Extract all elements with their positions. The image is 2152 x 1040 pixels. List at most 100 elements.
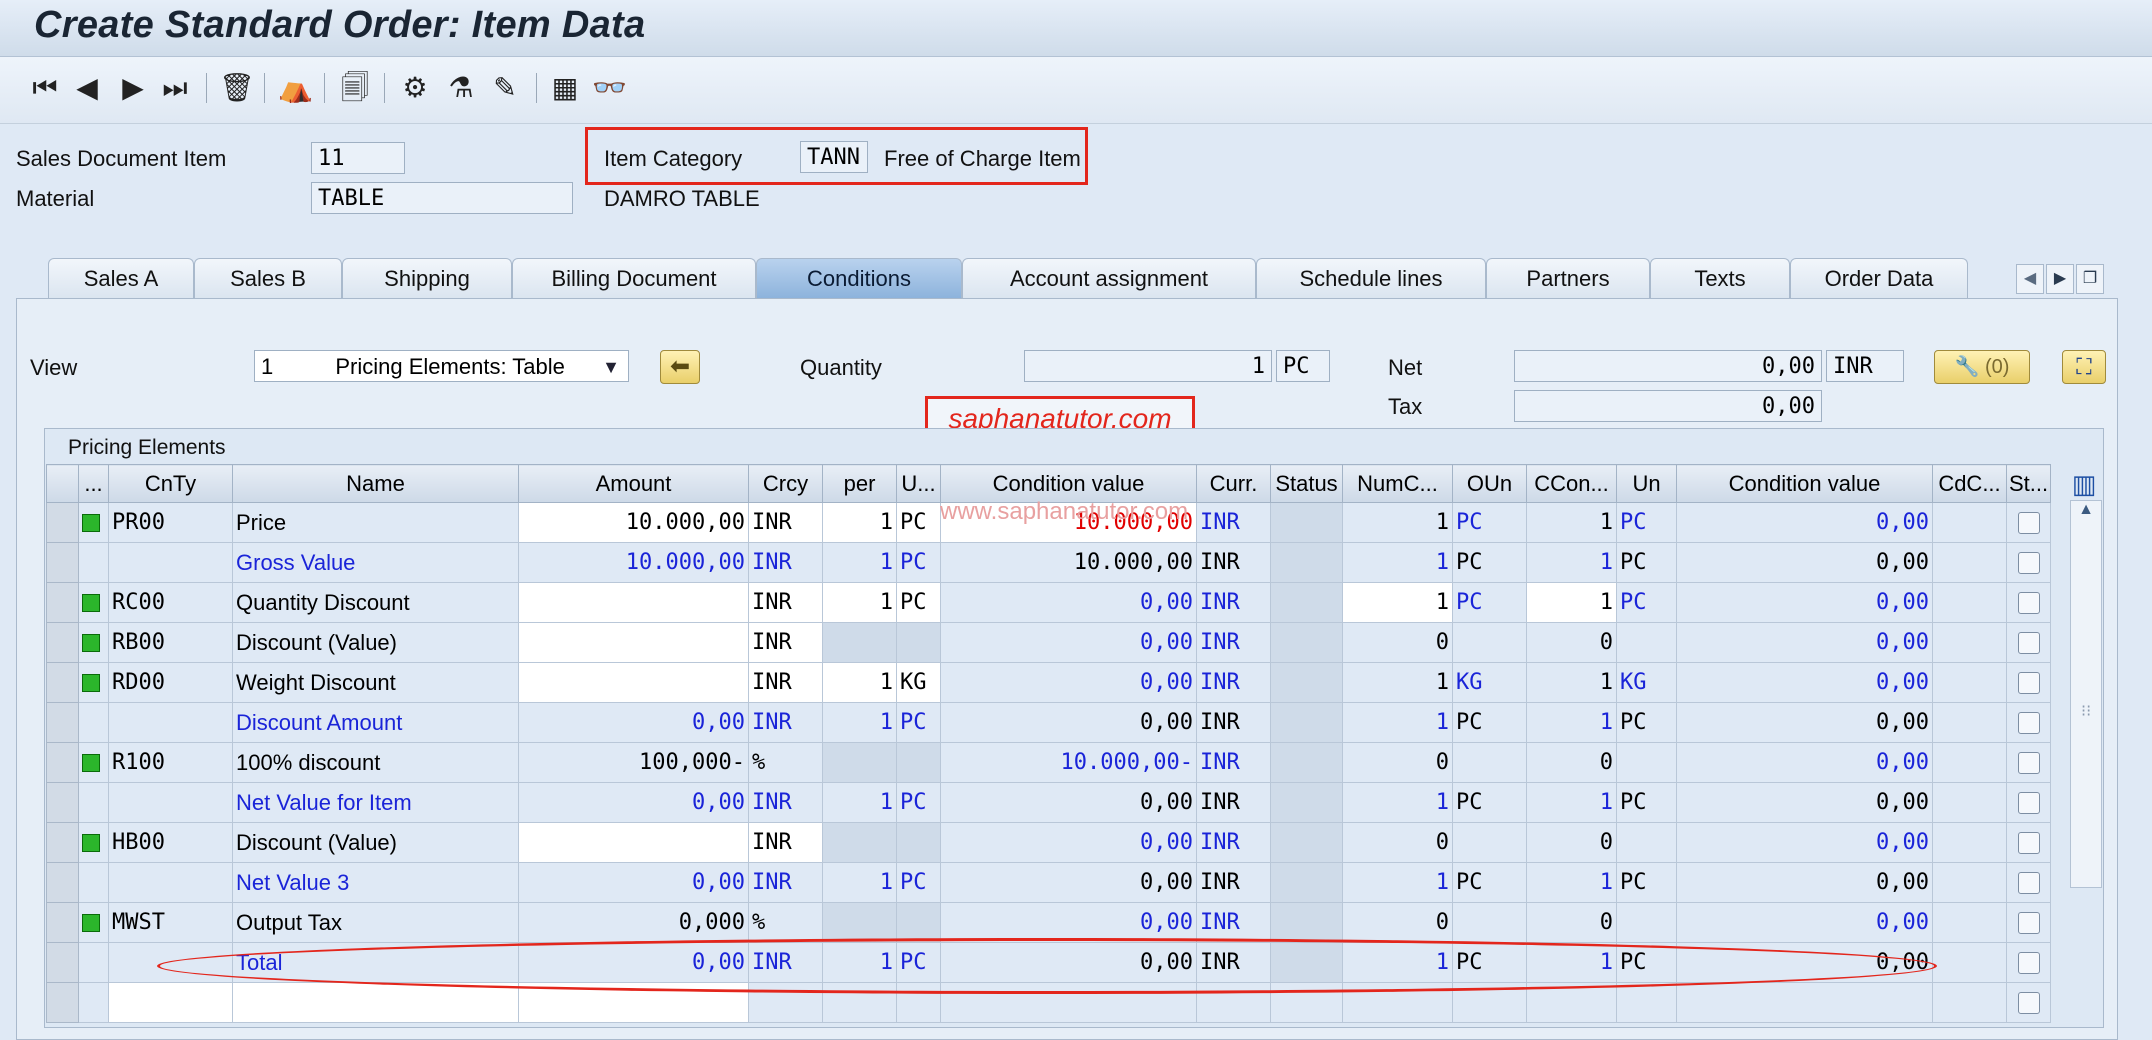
cell-amount[interactable]: [518, 582, 749, 623]
column-header-status[interactable]: Status: [1270, 464, 1343, 503]
column-header-unit[interactable]: U...: [896, 464, 941, 503]
cell-per[interactable]: [822, 902, 897, 943]
cell-cnty[interactable]: RD00: [108, 662, 233, 703]
net-currency-field[interactable]: INR: [1826, 350, 1904, 382]
cell-crcy[interactable]: %: [748, 742, 823, 783]
scroll-grip-icon[interactable]: ⁝⁝: [2081, 701, 2091, 721]
table-row[interactable]: Net Value for Item 0,00 INR 1 PC 0,00 INR 1 PC 1 P…: [46, 782, 2052, 823]
table-row[interactable]: RB00 Discount (Value) INR 0,00 INR 0 0 0,00: [46, 622, 2052, 663]
cell-amount[interactable]: [518, 822, 749, 863]
statistical-checkbox[interactable]: [2017, 672, 2040, 694]
scroll-up-icon[interactable]: ▲: [2071, 501, 2101, 519]
statistical-checkbox[interactable]: [2017, 592, 2040, 614]
statistical-checkbox[interactable]: [2017, 712, 2040, 734]
cell-unit[interactable]: KG: [896, 662, 941, 703]
table-row[interactable]: R100 100% discount 100,000-% 10.000,00- INR 0…: [46, 742, 2052, 783]
glasses-icon[interactable]: 👓: [592, 71, 627, 105]
cell-per[interactable]: [822, 622, 897, 663]
header-icon[interactable]: ⛺: [278, 71, 313, 105]
tab-partners[interactable]: Partners: [1486, 258, 1650, 298]
sales-document-item-field[interactable]: 11: [311, 142, 405, 174]
item-category-field[interactable]: TANN: [800, 141, 868, 173]
statistical-checkbox[interactable]: [2017, 552, 2040, 574]
edit-notes-icon[interactable]: ✎: [488, 71, 522, 105]
table-row[interactable]: RD00 Weight Discount INR 1 KG 0,00 INR 1 KG 1 KG 0,…: [46, 662, 2052, 703]
column-header-numc[interactable]: NumC...: [1342, 464, 1453, 503]
table-settings-icon[interactable]: ▥: [2066, 468, 2102, 500]
table-row[interactable]: RC00 Quantity Discount INR 1 PC 0,00 INR 1 PC 1 PC…: [46, 582, 2052, 623]
cell-amount[interactable]: [518, 662, 749, 703]
batch-icon[interactable]: ⚗: [444, 71, 478, 105]
column-header-crcy[interactable]: Crcy: [748, 464, 823, 503]
tab-sales-b[interactable]: Sales B: [194, 258, 342, 298]
column-header-condition-value-2[interactable]: Condition value: [1676, 464, 1933, 503]
statistical-checkbox[interactable]: [2017, 872, 2040, 894]
column-header-ccon[interactable]: CCon...: [1526, 464, 1617, 503]
statistical-checkbox[interactable]: [2017, 632, 2040, 654]
first-page-icon[interactable]: ⏮: [28, 71, 62, 105]
column-header-st[interactable]: St...: [2005, 464, 2052, 503]
fullscreen-icon[interactable]: ⛶: [2062, 350, 2106, 384]
table-row[interactable]: MWST Output Tax 0,000% 0,00 INR 0 0 0,00: [46, 902, 2052, 943]
tab-texts[interactable]: Texts: [1650, 258, 1790, 298]
cell-crcy[interactable]: %: [748, 902, 823, 943]
cell-crcy[interactable]: INR: [748, 822, 823, 863]
column-header-un[interactable]: Un: [1616, 464, 1677, 503]
statistical-checkbox[interactable]: [2017, 792, 2040, 814]
empty-cell[interactable]: [518, 982, 749, 1023]
row-selector[interactable]: [46, 662, 79, 703]
cell-cnty[interactable]: RC00: [108, 582, 233, 623]
row-selector[interactable]: [46, 742, 79, 783]
next-page-icon[interactable]: ▶: [116, 71, 150, 105]
quantity-unit-field[interactable]: PC: [1276, 350, 1330, 382]
cell-per[interactable]: 1: [822, 502, 897, 543]
update-pricing-button[interactable]: 🔧 (0): [1934, 350, 2030, 384]
cell-amount[interactable]: [518, 622, 749, 663]
column-header-curr[interactable]: Curr.: [1196, 464, 1271, 503]
tab-billing-document[interactable]: Billing Document: [512, 258, 756, 298]
cell-unit[interactable]: [896, 902, 941, 943]
row-selector[interactable]: [46, 542, 79, 583]
column-header-condition-value[interactable]: Condition value: [940, 464, 1197, 503]
column-header-amount[interactable]: Amount: [518, 464, 749, 503]
material-field[interactable]: TABLE: [311, 182, 573, 214]
tab-sales-a[interactable]: Sales A: [48, 258, 194, 298]
previous-page-icon[interactable]: ◀: [70, 71, 104, 105]
table-row[interactable]: HB00 Discount (Value) INR 0,00 INR 0 0 0,00: [46, 822, 2052, 863]
row-selector-header[interactable]: [46, 464, 79, 503]
display-document-icon[interactable]: 🗐: [338, 71, 372, 105]
column-header-oun[interactable]: OUn: [1452, 464, 1527, 503]
table-row[interactable]: Total 0,00 INR 1 PC 0,00 INR 1 PC 1 PC 0,00: [46, 942, 2052, 983]
cell-unit[interactable]: [896, 622, 941, 663]
row-selector[interactable]: [46, 622, 79, 663]
last-page-icon[interactable]: ⏭: [158, 71, 192, 105]
statistical-checkbox[interactable]: [2017, 512, 2040, 534]
tab-conditions[interactable]: Conditions: [756, 258, 962, 298]
cell-per[interactable]: [822, 742, 897, 783]
row-selector[interactable]: [46, 582, 79, 623]
net-value-field[interactable]: 0,00: [1514, 350, 1822, 382]
back-arrow-button[interactable]: ⬅: [660, 350, 700, 384]
tab-list-icon[interactable]: ❐: [2076, 264, 2104, 294]
tab-schedule-lines[interactable]: Schedule lines: [1256, 258, 1486, 298]
tax-value-field[interactable]: 0,00: [1514, 390, 1822, 422]
cell-cnty[interactable]: PR00: [108, 502, 233, 543]
row-selector[interactable]: [46, 862, 79, 903]
table-row[interactable]: Gross Value 10.000,00 INR 1 PC 10.000,00 INR 1 P…: [46, 542, 2052, 583]
cell-unit[interactable]: [896, 822, 941, 863]
tab-account-assignment[interactable]: Account assignment: [962, 258, 1256, 298]
table-row[interactable]: Net Value 3 0,00 INR 1 PC 0,00 INR 1 PC 1 PC 0,00: [46, 862, 2052, 903]
configuration-icon[interactable]: ⚙: [398, 71, 432, 105]
statistical-checkbox[interactable]: [2017, 832, 2040, 854]
cell-crcy[interactable]: INR: [748, 622, 823, 663]
cell-cnty[interactable]: MWST: [108, 902, 233, 943]
calculator-icon[interactable]: ▦: [548, 71, 582, 105]
cell-unit[interactable]: PC: [896, 502, 941, 543]
view-dropdown[interactable]: 1 Pricing Elements: Table ▼: [254, 350, 629, 382]
table-row[interactable]: Discount Amount 0,00 INR 1 PC 0,00 INR 1 PC 1 PC 0,…: [46, 702, 2052, 743]
cell-cnty[interactable]: RB00: [108, 622, 233, 663]
tab-scroll-left-icon[interactable]: ◀: [2016, 264, 2044, 294]
column-header-name[interactable]: Name: [232, 464, 519, 503]
table-row-empty[interactable]: [46, 982, 2052, 1023]
statistical-checkbox[interactable]: [2017, 912, 2040, 934]
